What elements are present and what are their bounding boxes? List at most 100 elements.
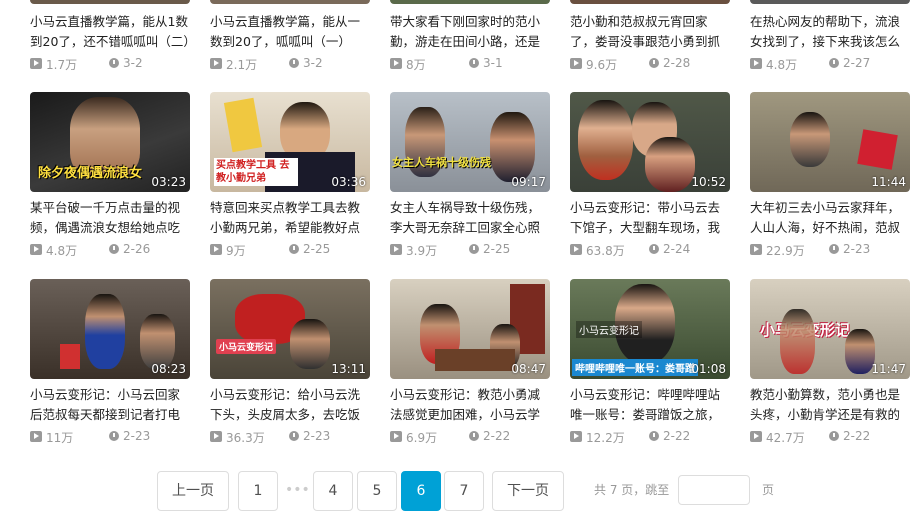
page-button-6-current[interactable]: 6 — [401, 471, 441, 511]
video-card[interactable]: 女主人车祸十级伤残 09:17 女主人车祸导致十级伤残，李大哥无奈辞工回家全心照… — [390, 92, 550, 258]
thumbnail-caption: 哔哩哔哩唯一账号：娄哥蹭 — [572, 359, 698, 376]
video-card[interactable]: 在热心网友的帮助下，流浪女找到了，接下来我该怎么安排 4.8万 2-27 — [750, 0, 910, 72]
upload-date: 3-1 — [483, 56, 503, 70]
video-thumbnail[interactable] — [570, 0, 730, 4]
clock-icon — [649, 244, 659, 254]
view-count: 36.3万 — [226, 431, 265, 445]
video-card[interactable]: 小马云变形记 11:47 教范小勤算数，范小勇也是头疼，小勤肯学还是有救的 42… — [750, 279, 910, 445]
video-title[interactable]: 小马云直播教学篇，能从1数到20了，还不错呱呱叫（二） — [30, 12, 190, 52]
video-thumbnail[interactable]: 小马云变形记 哔哩哔哩唯一账号：娄哥蹭 01:08 — [570, 279, 730, 379]
thumbnail-caption: 买点教学工具 去教小勤兄弟 — [214, 158, 298, 186]
channel-watermark: 小马云变形记 — [576, 321, 642, 338]
play-count-icon — [750, 244, 762, 255]
video-meta: 4.8万 2-26 — [30, 242, 190, 258]
video-card[interactable]: 08:47 小马云变形记：教范小勇减法感觉更加困难，小马云学的不 6.9万 2-2… — [390, 279, 550, 445]
clock-icon — [289, 431, 299, 441]
video-title[interactable]: 小马云变形记：哔哩哔哩站唯一账号：娄哥蹭饭之旅，谢谢 — [570, 385, 730, 425]
video-duration: 11:44 — [871, 175, 906, 189]
upload-date: 2-23 — [843, 242, 871, 256]
video-thumbnail[interactable]: 11:44 — [750, 92, 910, 192]
clock-icon — [109, 58, 119, 68]
next-page-button[interactable]: 下一页 — [492, 471, 564, 511]
video-thumbnail[interactable] — [390, 0, 550, 4]
video-meta: 11万 2-23 — [30, 429, 190, 445]
play-count-icon — [30, 244, 42, 255]
video-card[interactable]: 小马云变形记 13:11 小马云变形记：给小马云洗下头，头皮屑太多，去吃饭店， … — [210, 279, 370, 445]
page-button-4[interactable]: 4 — [313, 471, 353, 511]
video-duration: 11:47 — [871, 362, 906, 376]
page-button-1[interactable]: 1 — [238, 471, 278, 511]
upload-date: 2-26 — [123, 242, 151, 256]
video-card[interactable]: 除夕夜偶遇流浪女 03:23 某平台破一千万点击量的视频，偶遇流浪女想给她点吃的… — [30, 92, 190, 258]
view-count: 3.9万 — [406, 244, 438, 258]
thumbnail-caption: 除夕夜偶遇流浪女 — [38, 166, 143, 181]
video-title[interactable]: 小马云变形记：教范小勇减法感觉更加困难，小马云学的不 — [390, 385, 550, 425]
view-count: 1.7万 — [46, 58, 78, 72]
clock-icon — [109, 431, 119, 441]
video-title[interactable]: 小马云直播教学篇，能从一数到20了，呱呱叫（一） — [210, 12, 370, 52]
upload-date: 2-24 — [663, 242, 691, 256]
video-thumbnail[interactable]: 女主人车祸十级伤残 09:17 — [390, 92, 550, 192]
video-duration: 08:23 — [151, 362, 186, 376]
video-thumbnail[interactable] — [210, 0, 370, 4]
upload-date: 2-27 — [843, 56, 871, 70]
video-thumbnail[interactable]: 买点教学工具 去教小勤兄弟 03:36 — [210, 92, 370, 192]
video-meta: 9万 2-25 — [210, 242, 370, 258]
play-count-icon — [390, 244, 402, 255]
page-button-7[interactable]: 7 — [444, 471, 484, 511]
video-title[interactable]: 某平台破一千万点击量的视频，偶遇流浪女想给她点吃的 — [30, 198, 190, 238]
video-title[interactable]: 女主人车祸导致十级伤残，李大哥无奈辞工回家全心照顾妻 — [390, 198, 550, 238]
prev-page-button[interactable]: 上一页 — [157, 471, 229, 511]
video-title[interactable]: 小马云变形记：小马云回家后范叔每天都接到记者打电话采 — [30, 385, 190, 425]
video-meta: 4.8万 2-27 — [750, 56, 910, 72]
video-meta: 2.1万 3-2 — [210, 56, 370, 72]
video-card[interactable]: 小马云直播教学篇，能从1数到20了，还不错呱呱叫（二） 1.7万 3-2 — [30, 0, 190, 72]
jump-to-page-input[interactable] — [678, 475, 750, 505]
video-meta: 42.7万 2-22 — [750, 429, 910, 445]
video-thumbnail[interactable]: 小马云变形记 13:11 — [210, 279, 370, 379]
video-card[interactable]: 10:52 小马云变形记：带小马云去下馆子，大型翻车现场，我太难 63.8万 2-… — [570, 92, 730, 258]
video-duration: 10:52 — [691, 175, 726, 189]
video-thumbnail[interactable] — [750, 0, 910, 4]
view-count: 12.2万 — [586, 431, 625, 445]
video-thumbnail[interactable]: 小马云变形记 11:47 — [750, 279, 910, 379]
video-meta: 1.7万 3-2 — [30, 56, 190, 72]
clock-icon — [289, 244, 299, 254]
video-title[interactable]: 范小勤和范叔叔元宵回家了，娄哥没事跟范小勇到抓好多土 — [570, 12, 730, 52]
video-card[interactable]: 小马云变形记 哔哩哔哩唯一账号：娄哥蹭 01:08 小马云变形记：哔哩哔哩站唯一… — [570, 279, 730, 445]
video-title[interactable]: 小马云变形记：给小马云洗下头，头皮屑太多，去吃饭店， — [210, 385, 370, 425]
clock-icon — [829, 244, 839, 254]
clock-icon — [469, 431, 479, 441]
clock-icon — [649, 58, 659, 68]
upload-date: 2-23 — [123, 429, 151, 443]
video-title[interactable]: 小马云变形记：带小马云去下馆子，大型翻车现场，我太难 — [570, 198, 730, 238]
view-count: 2.1万 — [226, 58, 258, 72]
page-button-5[interactable]: 5 — [357, 471, 397, 511]
video-card[interactable]: 买点教学工具 去教小勤兄弟 03:36 特意回来买点教学工具去教小勤两兄弟，希望… — [210, 92, 370, 258]
video-title[interactable]: 特意回来买点教学工具去教小勤两兄弟，希望能教好点了不 — [210, 198, 370, 238]
video-title[interactable]: 在热心网友的帮助下，流浪女找到了，接下来我该怎么安排 — [750, 12, 910, 52]
video-thumbnail[interactable]: 10:52 — [570, 92, 730, 192]
video-meta: 9.6万 2-28 — [570, 56, 730, 72]
video-card[interactable]: 范小勤和范叔叔元宵回家了，娄哥没事跟范小勇到抓好多土 9.6万 2-28 — [570, 0, 730, 72]
video-thumbnail[interactable]: 除夕夜偶遇流浪女 03:23 — [30, 92, 190, 192]
view-count: 8万 — [406, 58, 426, 72]
video-card[interactable]: 08:23 小马云变形记：小马云回家后范叔每天都接到记者打电话采 11万 2-23 — [30, 279, 190, 445]
video-title[interactable]: 教范小勤算数，范小勇也是头疼，小勤肯学还是有救的 — [750, 385, 910, 425]
video-title[interactable]: 大年初三去小马云家拜年，人山人海，好不热闹，范叔叔盛 — [750, 198, 910, 238]
view-count: 9.6万 — [586, 58, 618, 72]
video-card[interactable]: 小马云直播教学篇，能从一数到20了，呱呱叫（一） 2.1万 3-2 — [210, 0, 370, 72]
clock-icon — [469, 58, 479, 68]
upload-date: 2-22 — [483, 429, 511, 443]
play-count-icon — [210, 244, 222, 255]
video-thumbnail[interactable]: 08:47 — [390, 279, 550, 379]
pagination: 上一页 1 ••• 4 5 6 7 下一页 共 7 页，跳至 页 — [0, 471, 921, 511]
video-card[interactable]: 带大家看下刚回家时的范小勤，游走在田间小路，还是那 8万 3-1 — [390, 0, 550, 72]
video-card[interactable]: 11:44 大年初三去小马云家拜年，人山人海，好不热闹，范叔叔盛 22.9万 2-… — [750, 92, 910, 258]
video-title[interactable]: 带大家看下刚回家时的范小勤，游走在田间小路，还是那 — [390, 12, 550, 52]
view-count: 11万 — [46, 431, 74, 445]
clock-icon — [109, 244, 119, 254]
video-thumbnail[interactable] — [30, 0, 190, 4]
video-thumbnail[interactable]: 08:23 — [30, 279, 190, 379]
view-count: 42.7万 — [766, 431, 805, 445]
